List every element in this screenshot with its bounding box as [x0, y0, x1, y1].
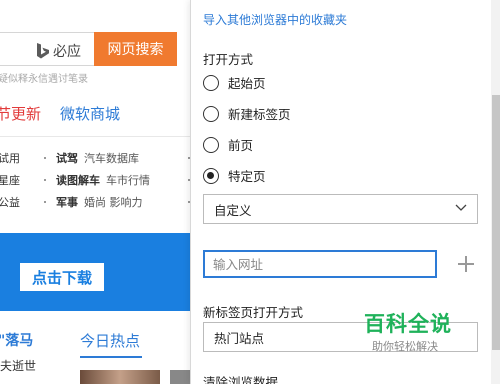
- grid-link-sub[interactable]: 汽车数据库: [84, 152, 139, 165]
- bullet-dot: [44, 179, 46, 181]
- web-search-button[interactable]: 网页搜索: [94, 32, 177, 66]
- radio-specific-page[interactable]: 特定页: [203, 166, 266, 185]
- news-headline[interactable]: "落马: [0, 330, 33, 350]
- select-value: 自定义: [214, 202, 252, 218]
- newtab-open-title: 新标签页打开方式: [203, 305, 304, 320]
- background-webpage: 必应 网页搜索 疑似释永信遇讨笔录 节更新 微软商城 试用 星座 公益 试驾 汽车…: [0, 0, 190, 384]
- tab-hot-news[interactable]: 今日热点: [80, 330, 140, 351]
- radio-new-tab[interactable]: 新建标签页: [203, 104, 291, 123]
- search-hint[interactable]: 疑似释永信遇讨笔录: [0, 70, 88, 85]
- radio-start-page[interactable]: 起始页: [203, 73, 266, 92]
- url-input[interactable]: [203, 250, 437, 278]
- import-favorites-link[interactable]: 导入其他浏览器中的收藏夹: [203, 11, 347, 28]
- radio-label: 新建标签页: [228, 107, 291, 122]
- divider: [0, 136, 190, 137]
- open-with-title: 打开方式: [203, 52, 254, 67]
- radio-button[interactable]: [203, 136, 219, 153]
- grid-link-row[interactable]: 试驾 汽车数据库: [56, 150, 139, 166]
- grid-link-sub[interactable]: 车市行情: [106, 174, 150, 187]
- clear-browsing-data-title: 清除浏览数据: [203, 375, 279, 384]
- radio-label: 起始页: [228, 76, 266, 91]
- bing-label: 必应: [53, 44, 81, 60]
- select-value: 热门站点: [214, 330, 265, 346]
- grid-link[interactable]: 星座: [0, 172, 20, 188]
- bing-logo: 必应: [36, 41, 81, 61]
- plus-icon[interactable]: [457, 255, 475, 273]
- news-thumbnail[interactable]: [80, 370, 160, 384]
- nav-link-update[interactable]: 节更新: [0, 103, 41, 124]
- nav-link-microsoft-store[interactable]: 微软商城: [60, 103, 120, 124]
- custom-page-select[interactable]: 自定义: [203, 194, 478, 224]
- news-headline[interactable]: 夫逝世: [0, 357, 36, 374]
- radio-button[interactable]: [203, 74, 219, 91]
- tab-active-indicator: [80, 356, 142, 358]
- radio-button-checked[interactable]: [203, 167, 219, 184]
- scrollbar-thumb[interactable]: [492, 95, 500, 350]
- grid-link-sub[interactable]: 婚尚 影响力: [84, 196, 143, 209]
- watermark-subtitle: 助你轻松解决: [372, 340, 438, 353]
- settings-panel: 导入其他浏览器中的收藏夹 打开方式 起始页 新建标签页 前页 特定页 自定义 新…: [190, 0, 500, 384]
- news-thumbnail[interactable]: [170, 370, 190, 384]
- grid-link-bold[interactable]: 读图解车: [56, 174, 100, 187]
- radio-label: 特定页: [228, 169, 266, 184]
- download-button[interactable]: 点击下载: [20, 263, 104, 291]
- grid-link[interactable]: 试用: [0, 150, 20, 166]
- radio-previous-page[interactable]: 前页: [203, 135, 253, 154]
- chevron-down-icon: [455, 204, 467, 211]
- grid-link[interactable]: 公益: [0, 194, 20, 210]
- radio-button[interactable]: [203, 105, 219, 122]
- grid-link-bold[interactable]: 试驾: [56, 152, 78, 165]
- grid-link-bold[interactable]: 军事: [56, 196, 78, 209]
- bullet-dot: [44, 201, 46, 203]
- grid-link-row[interactable]: 读图解车 车市行情: [56, 172, 150, 188]
- watermark-title: 百科全说: [364, 312, 452, 336]
- bullet-dot: [44, 157, 46, 159]
- grid-link-row[interactable]: 军事 婚尚 影响力: [56, 194, 143, 210]
- bing-logo-icon: [37, 43, 49, 59]
- radio-label: 前页: [228, 138, 254, 153]
